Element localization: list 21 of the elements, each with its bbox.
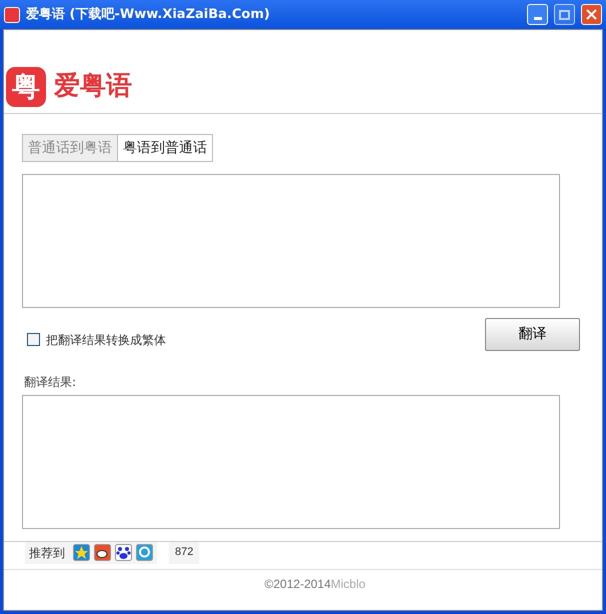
star-icon[interactable] — [73, 544, 90, 561]
tab[interactable]: 粤语到普通话 — [118, 134, 213, 162]
logo-text: 爱粤语 — [54, 70, 132, 103]
eye-icon[interactable] — [94, 544, 111, 561]
checkbox[interactable] — [27, 333, 40, 346]
maximize-button[interactable] — [554, 4, 575, 25]
checkbox-label: 把翻译结果转换成繁体 — [46, 332, 166, 348]
share-count: 872 — [169, 542, 200, 564]
window-title: 爱粤语 (下载吧-Www.XiaZaiBa.Com) — [26, 6, 270, 24]
share-label: 推荐到 — [29, 544, 65, 562]
app-icon — [4, 6, 20, 22]
close-button[interactable] — [581, 4, 602, 25]
input-field[interactable] — [22, 174, 560, 308]
copyright-years: ©2012-2014 — [264, 576, 331, 593]
translate-button[interactable]: 翻译 — [485, 318, 580, 351]
close-icon — [586, 9, 597, 20]
paw-icon[interactable] — [115, 544, 132, 561]
author-name: Micblo — [330, 576, 366, 593]
result-label: 翻译结果: — [23, 374, 78, 391]
logo-mark: 粤 — [6, 66, 46, 106]
minimize-button[interactable] — [527, 4, 548, 25]
